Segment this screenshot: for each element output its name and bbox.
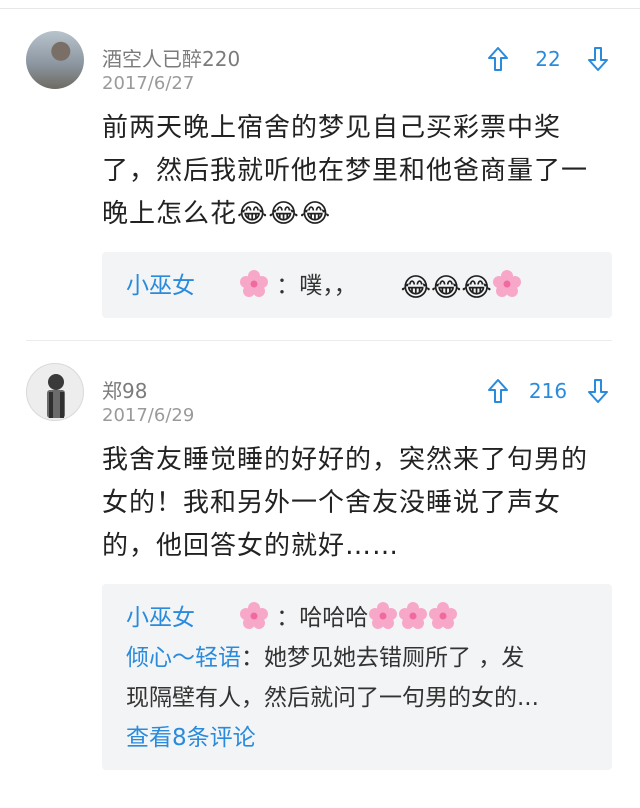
comment-item: 酒空人已醉220 2017/6/27 22 前两天晚上宿舍的梦见自己买彩票中奖 … bbox=[0, 9, 640, 341]
reply-text: ：噗，， bbox=[276, 273, 357, 299]
comment-text: 我舍友睡觉睡的好好的，突然来了句男的 女的！我和另外一个舍友没睡说了声女 的，他… bbox=[102, 439, 612, 568]
comment-date: 2017/6/27 bbox=[102, 73, 195, 94]
vote-count: 216 bbox=[528, 379, 568, 403]
comment-line: 前两天晚上宿舍的梦见自己买彩票中奖 bbox=[102, 113, 562, 143]
downvote-arrow-icon[interactable] bbox=[584, 45, 612, 73]
comment-line: 晚上怎么花😂😂😂 bbox=[102, 199, 332, 229]
comment-header: 郑98 2017/6/29 216 bbox=[26, 341, 612, 426]
upvote-arrow-icon[interactable] bbox=[484, 377, 512, 405]
cherry-blossom-icon bbox=[239, 270, 268, 297]
comment-line: 女的！我和另外一个舍友没睡说了声女 bbox=[102, 488, 562, 518]
reply-text: ：哈哈哈 bbox=[276, 605, 369, 631]
comment-date: 2017/6/29 bbox=[102, 405, 195, 426]
replies-box[interactable]: 小巫女 ：噗，， 😂😂😂 bbox=[102, 252, 612, 318]
reply-username[interactable]: 小巫女 bbox=[126, 605, 195, 631]
view-more-replies-link[interactable]: 查看8条评论 bbox=[126, 718, 588, 758]
comment-line: 的，他回答女的就好…… bbox=[102, 531, 400, 561]
downvote-arrow-icon[interactable] bbox=[584, 377, 612, 405]
person-illustration-icon bbox=[47, 374, 65, 418]
cherry-blossom-icon bbox=[429, 602, 458, 629]
comment-line: 了，然后我就听他在梦里和他爸商量了一 bbox=[102, 156, 589, 186]
username[interactable]: 郑98 bbox=[102, 375, 147, 404]
username[interactable]: 酒空人已醉220 bbox=[102, 43, 240, 72]
reply-text: 现隔壁有人，然后就问了一句男的女的... bbox=[126, 685, 539, 711]
cherry-blossom-icon bbox=[369, 602, 398, 629]
reply-username[interactable]: 小巫女 bbox=[126, 273, 195, 299]
laughing-tears-emoji: 😂😂😂 bbox=[400, 273, 492, 303]
comment-header: 酒空人已醉220 2017/6/27 22 bbox=[26, 9, 612, 94]
avatar[interactable] bbox=[26, 363, 84, 421]
reply-item: 小巫女 ：噗，， 😂😂😂 bbox=[126, 266, 588, 306]
cherry-blossom-icon bbox=[399, 602, 428, 629]
cherry-blossom-icon bbox=[239, 602, 268, 629]
comment-item: 郑98 2017/6/29 216 我舍友睡觉睡的好好的，突然来了句男的 女的！… bbox=[0, 341, 640, 770]
avatar[interactable] bbox=[26, 31, 84, 89]
vote-control: 216 bbox=[484, 377, 612, 405]
reply-item-continued: 现隔壁有人，然后就问了一句男的女的... bbox=[126, 678, 588, 718]
upvote-arrow-icon[interactable] bbox=[484, 45, 512, 73]
replies-box[interactable]: 小巫女 ：哈哈哈 倾心～轻语：她梦见她去错厕所了 ，发 现隔壁有人，然后就问了一… bbox=[102, 584, 612, 770]
vote-control: 22 bbox=[484, 45, 612, 73]
cherry-blossom-icon bbox=[492, 270, 521, 297]
reply-item: 倾心～轻语：她梦见她去错厕所了 ，发 bbox=[126, 638, 588, 678]
comment-line: 我舍友睡觉睡的好好的，突然来了句男的 bbox=[102, 445, 589, 475]
reply-item: 小巫女 ：哈哈哈 bbox=[126, 598, 588, 638]
reply-text: ：她梦见她去错厕所了 ，发 bbox=[241, 645, 525, 671]
reply-username[interactable]: 倾心～轻语 bbox=[126, 645, 241, 671]
comment-text: 前两天晚上宿舍的梦见自己买彩票中奖 了，然后我就听他在梦里和他爸商量了一 晚上怎… bbox=[102, 107, 612, 236]
vote-count: 22 bbox=[535, 47, 561, 71]
